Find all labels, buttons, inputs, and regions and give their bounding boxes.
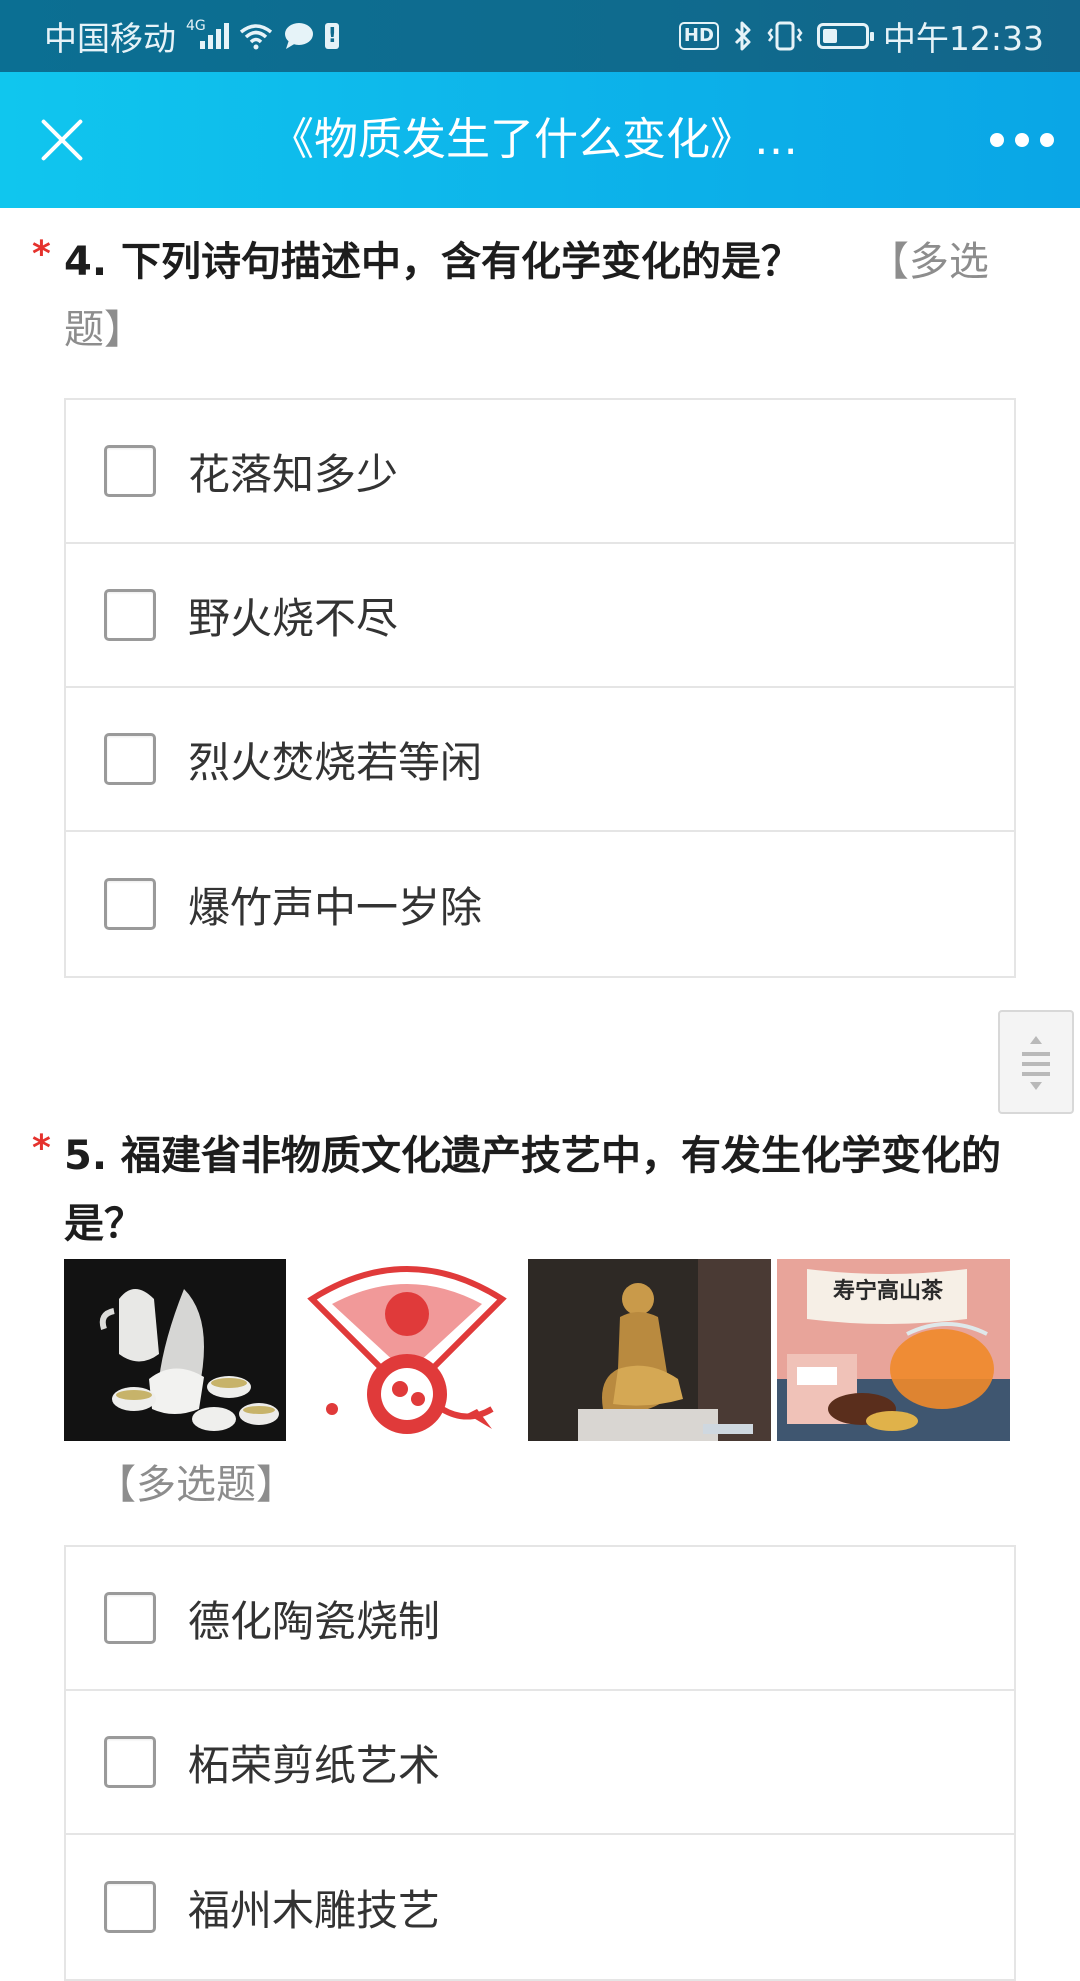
question-5: * 5. 福建省非物质文化遗产技艺中，有发生化学变化的是？: [0, 1122, 1080, 1258]
papercut-image[interactable]: [292, 1259, 522, 1441]
option-item[interactable]: 花落知多少: [66, 400, 1014, 544]
question-image-strip: 寿宁高山茶: [64, 1259, 1016, 1441]
more-icon[interactable]: [990, 124, 1054, 156]
question-type-tag: 【多选题】: [96, 1462, 296, 1508]
wifi-icon: [239, 22, 273, 50]
option-label: 德化陶瓷烧制: [188, 1596, 441, 1646]
option-item[interactable]: 福州木雕技艺: [66, 1835, 1014, 1979]
title-bar: 《物质发生了什么变化》…: [0, 72, 1080, 208]
option-item[interactable]: 德化陶瓷烧制: [66, 1547, 1014, 1691]
options-list-q5: 德化陶瓷烧制 柘荣剪纸艺术 福州木雕技艺: [64, 1545, 1016, 1981]
checkbox[interactable]: [104, 589, 156, 641]
carrier-label: 中国移动: [44, 19, 176, 58]
option-label: 野火烧不尽: [188, 593, 399, 643]
options-list-q4: 花落知多少 野火烧不尽 烈火焚烧若等闲 爆竹声中一岁除: [64, 398, 1016, 978]
option-item[interactable]: 柘荣剪纸艺术: [66, 1691, 1014, 1835]
bluetooth-icon: [733, 20, 753, 52]
question-header: * 4. 下列诗句描述中，含有化学变化的是？ 【多选题】: [0, 228, 1080, 364]
hd-badge: HD: [678, 22, 719, 50]
checkbox[interactable]: [104, 733, 156, 785]
option-item[interactable]: 烈火焚烧若等闲: [66, 688, 1014, 832]
checkbox[interactable]: [104, 878, 156, 930]
scroll-arrows-icon: [1022, 1036, 1050, 1090]
tea-image-caption: 寿宁高山茶: [833, 1278, 944, 1304]
checkbox[interactable]: [104, 445, 156, 497]
checkbox[interactable]: [104, 1736, 156, 1788]
checkbox[interactable]: [104, 1592, 156, 1644]
required-mark: *: [32, 234, 51, 275]
required-mark: *: [32, 1128, 51, 1169]
option-label: 花落知多少: [188, 449, 399, 499]
question-text: 5. 福建省非物质文化遗产技艺中，有发生化学变化的是？: [64, 1133, 1001, 1247]
tea-image[interactable]: 寿宁高山茶: [777, 1259, 1010, 1441]
option-label: 爆竹声中一岁除: [188, 882, 483, 932]
dehua-porcelain-image[interactable]: [64, 1259, 286, 1441]
option-label: 福州木雕技艺: [188, 1885, 441, 1935]
question-4: * 4. 下列诗句描述中，含有化学变化的是？ 【多选题】: [0, 228, 1080, 364]
close-icon[interactable]: [30, 108, 94, 172]
question-text: 4. 下列诗句描述中，含有化学变化的是？: [64, 239, 801, 285]
checkbox[interactable]: [104, 1881, 156, 1933]
signal-icon: 4G: [186, 18, 229, 49]
battery-alert-icon: [324, 23, 339, 49]
question-header: * 5. 福建省非物质文化遗产技艺中，有发生化学变化的是？: [0, 1122, 1080, 1258]
scroll-to-top-widget[interactable]: [998, 1010, 1074, 1114]
status-bar: 中国移动 4G HD 中午12:33: [0, 0, 1080, 72]
option-item[interactable]: 爆竹声中一岁除: [66, 832, 1014, 976]
chat-bubble-icon: [283, 22, 315, 50]
vibrate-icon: [767, 21, 803, 51]
option-item[interactable]: 野火烧不尽: [66, 544, 1014, 688]
clock: 中午12:33: [882, 19, 1044, 58]
network-type: 4G: [186, 18, 206, 34]
wood-carving-image[interactable]: [528, 1259, 771, 1441]
option-label: 柘荣剪纸艺术: [188, 1740, 441, 1790]
option-label: 烈火焚烧若等闲: [188, 737, 483, 787]
page-title: 《物质发生了什么变化》…: [270, 114, 798, 165]
battery-icon: [816, 23, 874, 49]
